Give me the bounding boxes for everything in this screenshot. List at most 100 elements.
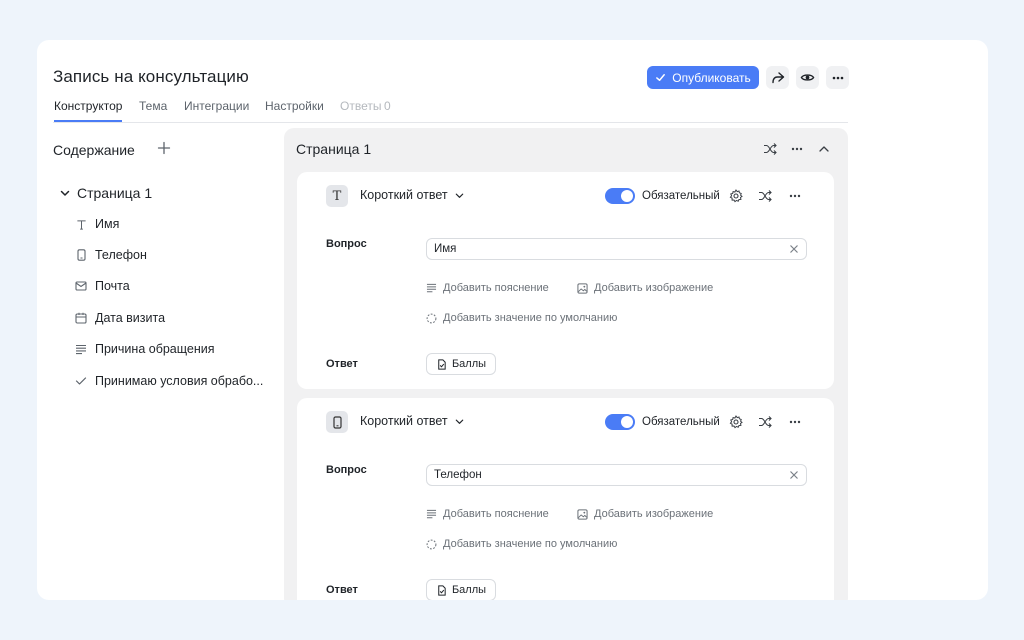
score-button[interactable]: Баллы: [426, 353, 496, 375]
add-image-link[interactable]: Добавить изображение: [577, 508, 713, 520]
shuffle-icon[interactable]: [758, 189, 772, 203]
add-default-label: Добавить значение по умолчанию: [443, 538, 618, 550]
sidebar-item-mail[interactable]: Почта: [75, 279, 265, 293]
add-hint-label: Добавить пояснение: [443, 508, 549, 520]
score-label: Баллы: [451, 358, 487, 370]
tab-constructor[interactable]: Конструктор: [54, 99, 123, 122]
close-icon[interactable]: [789, 470, 799, 480]
sidebar-item-consent[interactable]: Принимаю условия обрабо...: [75, 374, 265, 388]
tab-answers[interactable]: Ответы: [340, 99, 381, 113]
required-toggle[interactable]: [605, 414, 635, 430]
text-icon: T: [326, 185, 348, 207]
question-input[interactable]: Телефон: [426, 464, 807, 486]
phone-icon: [326, 411, 348, 433]
gear-icon[interactable]: [729, 415, 743, 429]
sidebar-item-name[interactable]: Имя: [75, 217, 265, 231]
sidebar-item-label: Причина обращения: [95, 342, 215, 356]
more-icon[interactable]: [788, 189, 802, 203]
score-label: Баллы: [451, 584, 487, 596]
sidebar-item-label: Имя: [95, 217, 120, 231]
sidebar-item-label: Телефон: [95, 248, 147, 262]
answers-count-badge: 0: [384, 99, 391, 113]
gear-icon[interactable]: [729, 189, 743, 203]
add-default-link[interactable]: Добавить значение по умолчанию: [426, 538, 617, 550]
chevron-down-icon: [455, 419, 463, 424]
sidebar-item-label: Почта: [95, 279, 130, 293]
chevron-down-icon[interactable]: [59, 187, 71, 199]
question-input[interactable]: Имя: [426, 238, 807, 260]
answer-label: Ответ: [326, 358, 358, 370]
add-hint-link[interactable]: Добавить пояснение: [426, 282, 549, 294]
page-panel: Страница 1 T Короткий ответ Обязательный…: [284, 128, 848, 600]
question-type-select[interactable]: Короткий ответ: [360, 188, 465, 202]
chevron-down-icon: [455, 193, 463, 198]
tab-settings[interactable]: Настройки: [265, 99, 324, 113]
add-image-label: Добавить изображение: [594, 282, 714, 294]
tab-theme[interactable]: Тема: [139, 99, 167, 113]
sidebar-item-label: Принимаю условия обрабо...: [95, 374, 264, 388]
question-card: T Короткий ответ Обязательный Вопрос Имя…: [297, 172, 834, 389]
required-toggle[interactable]: [605, 188, 635, 204]
question-type-label: Короткий ответ: [360, 414, 448, 428]
add-default-link[interactable]: Добавить значение по умолчанию: [426, 312, 617, 324]
eye-icon: [800, 74, 815, 81]
share-icon: [771, 71, 784, 83]
panel-title: Страница 1: [296, 141, 372, 157]
phone-icon: [75, 249, 87, 261]
check-icon: [656, 74, 666, 81]
publish-label: Опубликовать: [672, 70, 751, 85]
check-icon: [75, 375, 87, 387]
sidebar-item-phone[interactable]: Телефон: [75, 248, 265, 262]
chevron-up-icon[interactable]: [817, 142, 831, 156]
more-icon[interactable]: [790, 142, 804, 156]
add-image-link[interactable]: Добавить изображение: [577, 282, 713, 294]
add-hint-label: Добавить пояснение: [443, 282, 549, 294]
calendar-icon: [75, 312, 87, 324]
paragraph-icon: [426, 509, 437, 519]
answer-label: Ответ: [326, 584, 358, 596]
paragraph-icon: [75, 343, 87, 355]
question-label: Вопрос: [326, 238, 367, 250]
question-value: Имя: [434, 243, 457, 255]
form-editor-card: Запись на консультацию Опубликовать Конс…: [37, 40, 988, 600]
publish-button[interactable]: Опубликовать: [647, 66, 759, 89]
paragraph-icon: [426, 283, 437, 293]
score-icon: [438, 358, 446, 370]
preview-button[interactable]: [796, 66, 819, 89]
image-icon: [577, 282, 588, 294]
more-icon: [832, 76, 843, 79]
more-icon[interactable]: [788, 415, 802, 429]
sidebar-page-label: Страница 1: [77, 185, 153, 201]
dashed-circle-icon: [426, 313, 437, 323]
score-button[interactable]: Баллы: [426, 579, 496, 600]
tabs-divider: [53, 122, 848, 123]
sidebar-heading: Содержание: [53, 142, 135, 158]
shuffle-icon[interactable]: [763, 142, 777, 156]
mail-icon: [75, 280, 87, 292]
add-image-label: Добавить изображение: [594, 508, 714, 520]
dashed-circle-icon: [426, 539, 437, 549]
sidebar-item-reason[interactable]: Причина обращения: [75, 342, 265, 356]
sidebar-item-label: Дата визита: [95, 311, 166, 325]
share-button[interactable]: [766, 66, 789, 89]
tab-integrations[interactable]: Интеграции: [184, 99, 249, 113]
more-button[interactable]: [826, 66, 849, 89]
sidebar-page[interactable]: Страница 1: [59, 185, 152, 201]
image-icon: [577, 508, 588, 520]
page-title: Запись на консультацию: [53, 67, 249, 86]
required-label: Обязательный: [642, 416, 720, 428]
add-hint-link[interactable]: Добавить пояснение: [426, 508, 549, 520]
question-card: Короткий ответ Обязательный Вопрос Телеф…: [297, 398, 834, 600]
question-type-select[interactable]: Короткий ответ: [360, 414, 465, 428]
question-value: Телефон: [434, 469, 482, 481]
question-label: Вопрос: [326, 464, 367, 476]
text-icon: [75, 218, 87, 230]
shuffle-icon[interactable]: [758, 415, 772, 429]
close-icon[interactable]: [789, 244, 799, 254]
required-label: Обязательный: [642, 190, 720, 202]
sidebar-item-date[interactable]: Дата визита: [75, 311, 265, 325]
question-type-label: Короткий ответ: [360, 188, 448, 202]
add-default-label: Добавить значение по умолчанию: [443, 312, 618, 324]
add-icon[interactable]: [157, 141, 171, 155]
score-icon: [438, 584, 446, 596]
